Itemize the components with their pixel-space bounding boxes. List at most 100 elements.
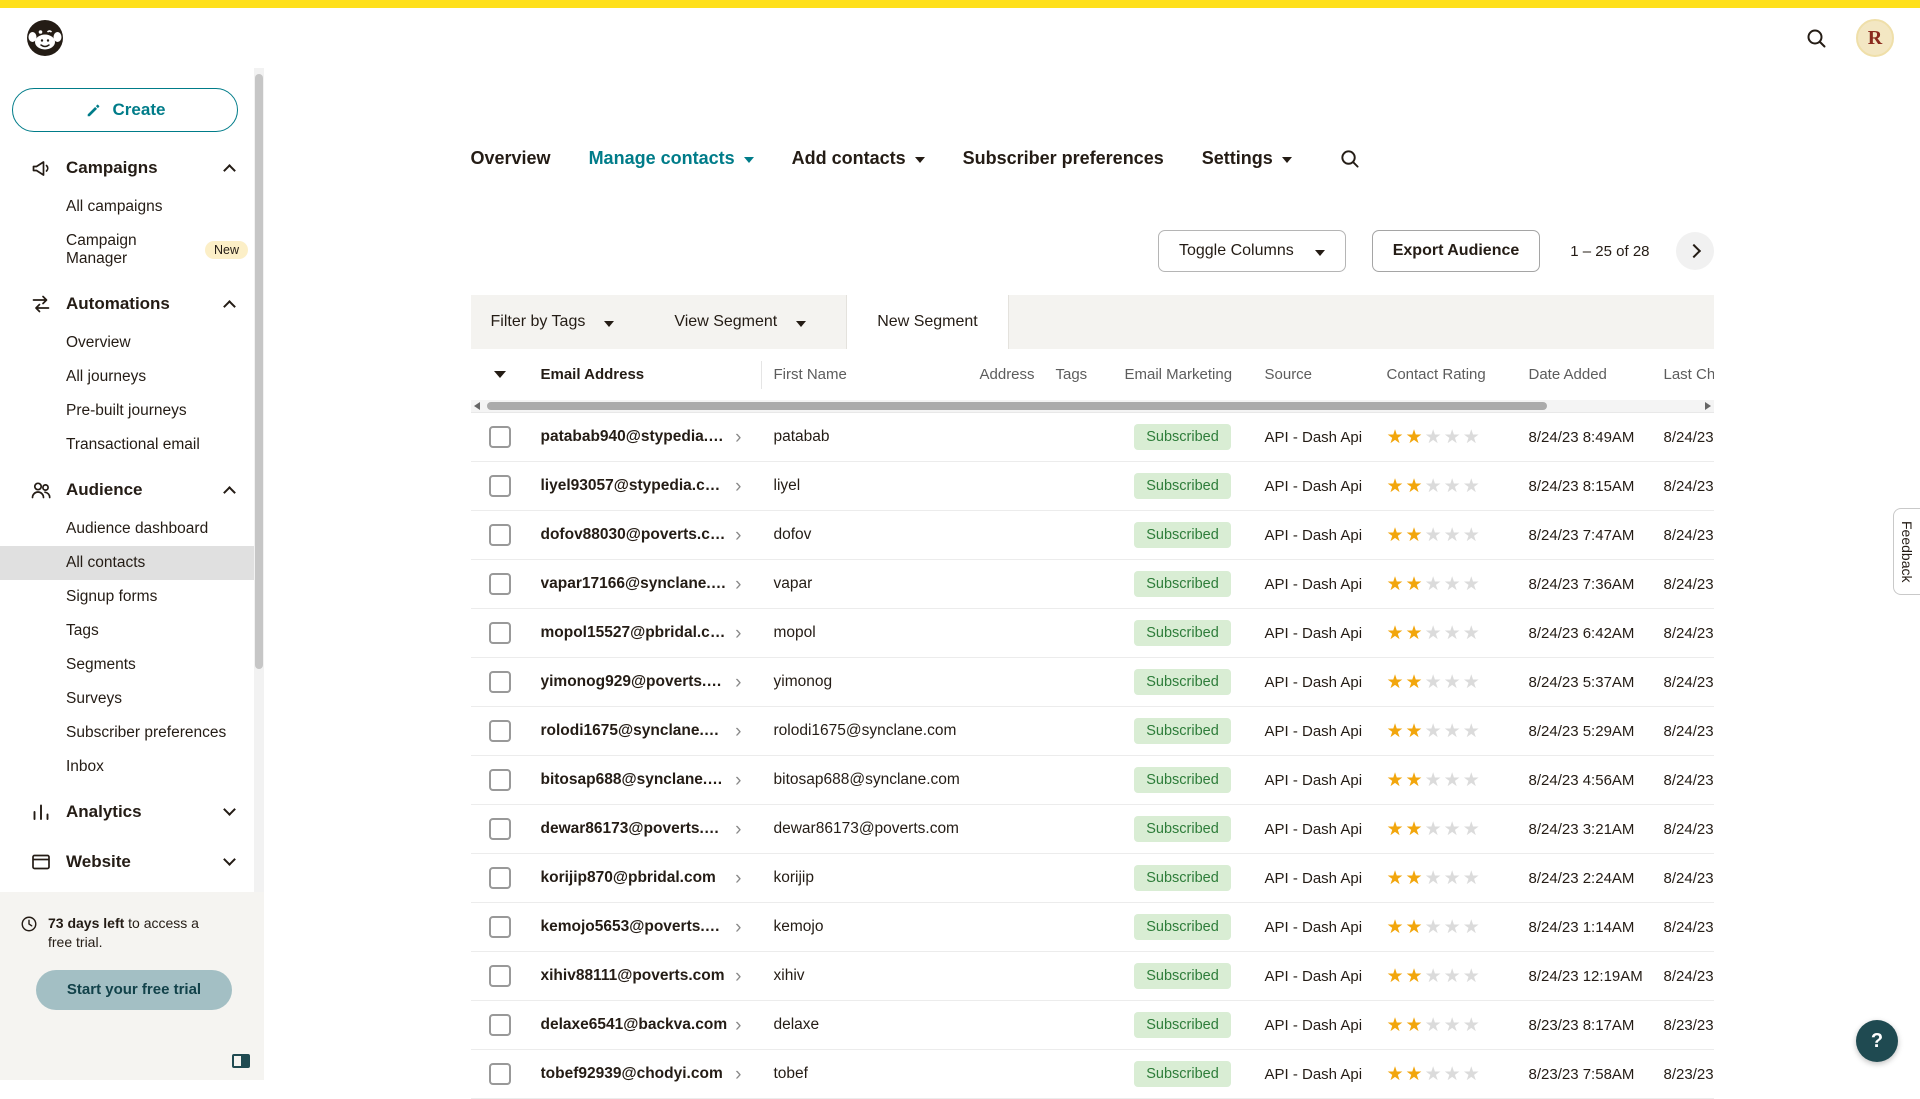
tab-manage-contacts[interactable]: Manage contacts: [589, 148, 754, 169]
create-button[interactable]: Create: [12, 88, 238, 132]
column-header-select[interactable]: [471, 371, 529, 378]
column-header-contact-rating[interactable]: Contact Rating: [1375, 366, 1517, 383]
row-checkbox[interactable]: [489, 867, 511, 889]
row-checkbox[interactable]: [489, 573, 511, 595]
contact-email-link[interactable]: bitosap688@synclane.com: [541, 771, 728, 789]
scroll-left-arrow-icon[interactable]: [474, 402, 480, 410]
row-checkbox[interactable]: [489, 720, 511, 742]
tab-subscriber-preferences[interactable]: Subscriber preferences: [963, 148, 1164, 169]
contact-email-link[interactable]: rolodi1675@synclane.com: [541, 722, 728, 740]
row-checkbox[interactable]: [489, 965, 511, 987]
row-checkbox[interactable]: [489, 769, 511, 791]
column-header-email-address[interactable]: Email Address: [529, 361, 762, 389]
row-checkbox[interactable]: [489, 1063, 511, 1085]
column-header-address[interactable]: Address: [968, 366, 1044, 383]
contact-email-link[interactable]: korijip870@pbridal.com: [541, 869, 716, 887]
contact-email-link[interactable]: mopol15527@pbridal.com: [541, 624, 728, 642]
new-segment-button[interactable]: New Segment: [846, 295, 1009, 349]
sidebar-section-automations[interactable]: Automations: [0, 282, 264, 326]
sidebar-item-audience-dashboard[interactable]: Audience dashboard: [0, 512, 264, 546]
table-row[interactable]: xihiv88111@poverts.com›xihivSubscribedAP…: [471, 952, 1714, 1001]
contact-email-link[interactable]: xihiv88111@poverts.com: [541, 967, 725, 985]
table-row[interactable]: delaxe6541@backva.com›delaxeSubscribedAP…: [471, 1001, 1714, 1050]
column-header-tags[interactable]: Tags: [1044, 366, 1113, 383]
table-row[interactable]: vapar17166@synclane.com›vaparSubscribedA…: [471, 560, 1714, 609]
row-checkbox[interactable]: [489, 426, 511, 448]
table-row[interactable]: patabab940@stypedia.com›patababSubscribe…: [471, 413, 1714, 462]
sidebar-item-tags[interactable]: Tags: [0, 614, 264, 648]
row-checkbox[interactable]: [489, 671, 511, 693]
account-avatar[interactable]: R: [1856, 19, 1894, 57]
contact-email-link[interactable]: delaxe6541@backva.com: [541, 1016, 728, 1034]
contact-email-link[interactable]: yimonog929@poverts.com: [541, 673, 728, 691]
sidebar-item-signup-forms[interactable]: Signup forms: [0, 580, 264, 614]
tab-add-contacts[interactable]: Add contacts: [792, 148, 925, 169]
row-checkbox[interactable]: [489, 916, 511, 938]
sidebar-section-website[interactable]: Website: [0, 840, 264, 884]
toggle-columns-button[interactable]: Toggle Columns: [1158, 230, 1346, 272]
table-row[interactable]: rolodi1675@synclane.com›rolodi1675@syncl…: [471, 707, 1714, 756]
row-checkbox[interactable]: [489, 1014, 511, 1036]
table-row[interactable]: bitosap688@synclane.com›bitosap688@syncl…: [471, 756, 1714, 805]
sidebar-item-subscriber-preferences[interactable]: Subscriber preferences: [0, 716, 264, 750]
search-button[interactable]: [1796, 18, 1836, 58]
filter-by-tags-dropdown[interactable]: Filter by Tags: [471, 313, 615, 331]
column-header-email-marketing[interactable]: Email Marketing: [1113, 366, 1253, 383]
collapse-sidebar-icon[interactable]: [232, 1054, 250, 1068]
view-segment-dropdown[interactable]: View Segment: [654, 313, 806, 331]
date-added: 8/24/23 8:49AM: [1517, 429, 1652, 446]
contact-email-link[interactable]: dewar86173@poverts.com: [541, 820, 728, 838]
tab-settings[interactable]: Settings: [1202, 148, 1292, 169]
start-free-trial-button[interactable]: Start your free trial: [36, 970, 232, 1010]
table-row[interactable]: liyel93057@stypedia.com›liyelSubscribedA…: [471, 462, 1714, 511]
sidebar-item-overview[interactable]: Overview: [0, 326, 264, 360]
contact-email-link[interactable]: tobef92939@chodyi.com: [541, 1065, 723, 1083]
table-row[interactable]: mopol15527@pbridal.com›mopolSubscribedAP…: [471, 609, 1714, 658]
row-checkbox[interactable]: [489, 818, 511, 840]
sidebar-item-segments[interactable]: Segments: [0, 648, 264, 682]
contact-email-link[interactable]: vapar17166@synclane.com: [541, 575, 728, 593]
sidebar-section-audience[interactable]: Audience: [0, 468, 264, 512]
sidebar-scrollbar-thumb[interactable]: [255, 74, 263, 669]
table-row[interactable]: korijip870@pbridal.com›korijipSubscribed…: [471, 854, 1714, 903]
contact-email-link[interactable]: kemojo5653@poverts.com: [541, 918, 728, 936]
contact-email-link[interactable]: patabab940@stypedia.com: [541, 428, 728, 446]
select-all-dropdown-icon[interactable]: [494, 371, 506, 378]
table-row[interactable]: yimonog929@poverts.com›yimonogSubscribed…: [471, 658, 1714, 707]
sidebar-scrollbar[interactable]: [254, 68, 264, 892]
scroll-right-arrow-icon[interactable]: [1705, 402, 1711, 410]
sidebar-section-analytics[interactable]: Analytics: [0, 790, 264, 834]
table-row[interactable]: dewar86173@poverts.com›dewar86173@povert…: [471, 805, 1714, 854]
contact-email-link[interactable]: dofov88030@poverts.com: [541, 526, 728, 544]
table-row[interactable]: tobef92939@chodyi.com›tobefSubscribedAPI…: [471, 1050, 1714, 1099]
sidebar-item-pre-built-journeys[interactable]: Pre-built journeys: [0, 394, 264, 428]
sidebar-item-campaign-manager[interactable]: Campaign ManagerNew: [0, 224, 264, 276]
next-page-button[interactable]: [1676, 232, 1714, 270]
table-row[interactable]: kemojo5653@poverts.com›kemojoSubscribedA…: [471, 903, 1714, 952]
contact-email-link[interactable]: liyel93057@stypedia.com: [541, 477, 728, 495]
row-checkbox[interactable]: [489, 524, 511, 546]
tab-overview[interactable]: Overview: [471, 148, 551, 169]
sidebar-item-all-journeys[interactable]: All journeys: [0, 360, 264, 394]
row-checkbox[interactable]: [489, 475, 511, 497]
column-header-date-added[interactable]: Date Added: [1517, 366, 1652, 383]
mailchimp-logo[interactable]: [26, 19, 64, 57]
table-row[interactable]: dofov88030@poverts.com›dofovSubscribedAP…: [471, 511, 1714, 560]
row-checkbox[interactable]: [489, 622, 511, 644]
contacts-search-button[interactable]: [1330, 138, 1370, 178]
star-icon: ★: [1463, 427, 1482, 448]
help-button[interactable]: ?: [1856, 1020, 1898, 1062]
export-audience-button[interactable]: Export Audience: [1372, 230, 1541, 272]
sidebar-item-inbox[interactable]: Inbox: [0, 750, 264, 784]
feedback-tab[interactable]: Feedback: [1893, 508, 1920, 595]
sidebar-item-all-contacts[interactable]: All contacts: [0, 546, 264, 580]
sidebar-item-transactional-email[interactable]: Transactional email: [0, 428, 264, 462]
column-header-source[interactable]: Source: [1253, 366, 1375, 383]
horizontal-scrollbar-thumb[interactable]: [487, 402, 1547, 410]
horizontal-scrollbar[interactable]: [471, 400, 1714, 412]
sidebar-item-all-campaigns[interactable]: All campaigns: [0, 190, 264, 224]
column-header-first-name[interactable]: First Name: [762, 366, 968, 383]
sidebar-item-surveys[interactable]: Surveys: [0, 682, 264, 716]
sidebar-section-campaigns[interactable]: Campaigns: [0, 146, 264, 190]
column-header-last-changed[interactable]: Last Changed: [1652, 366, 1714, 383]
